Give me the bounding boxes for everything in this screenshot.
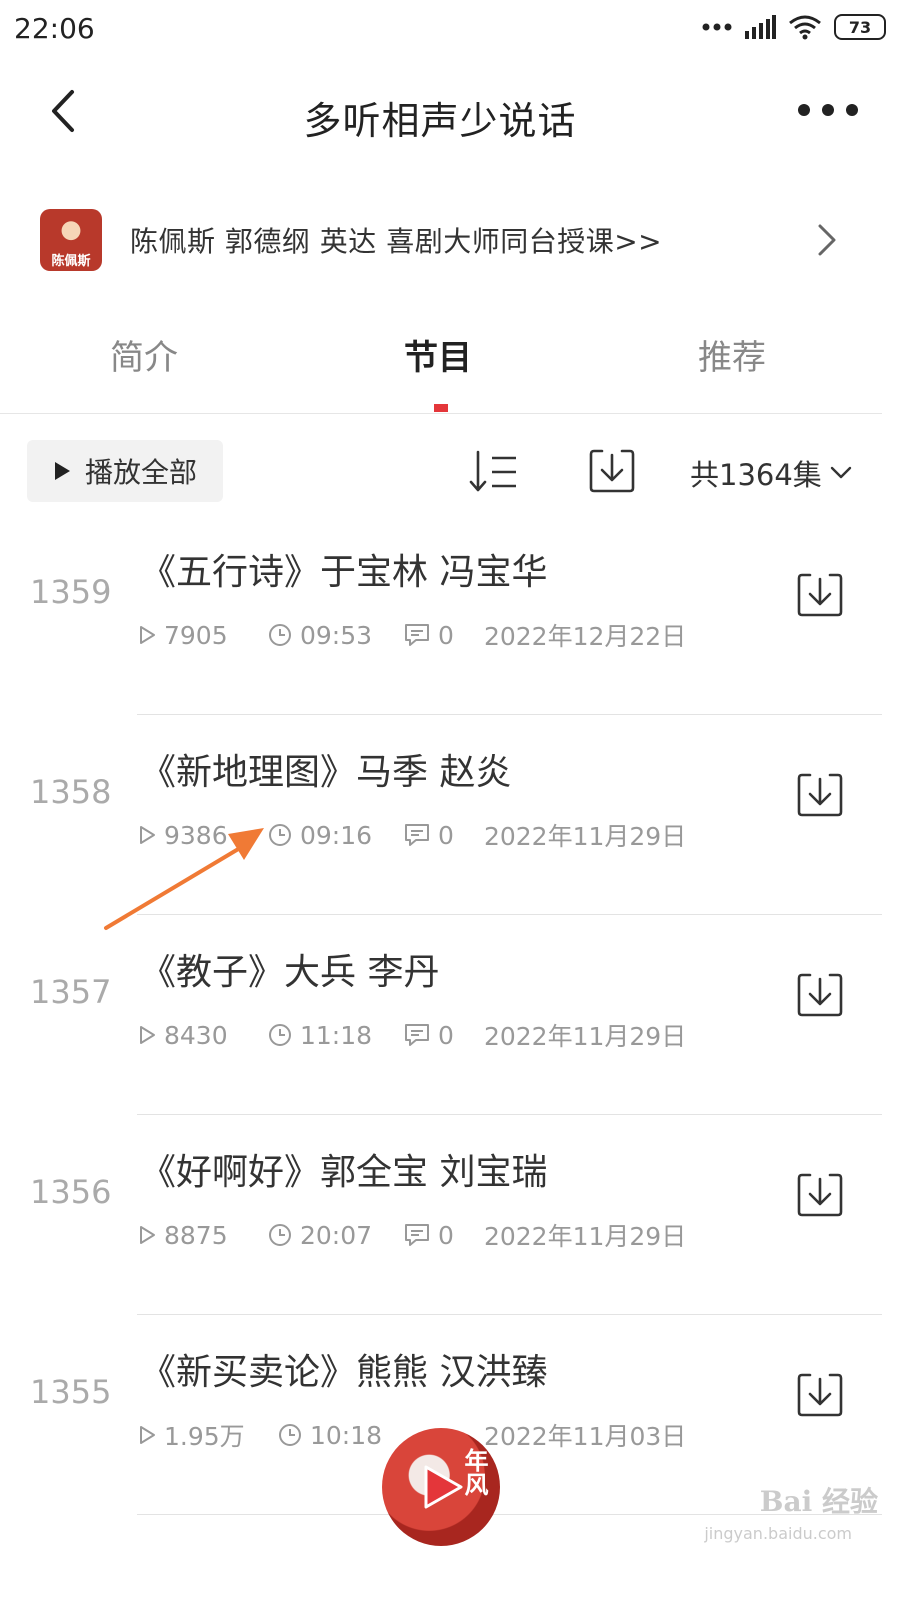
clock-icon xyxy=(269,1224,291,1246)
episode-meta: 8430 11:18 0 2022年11月29日 xyxy=(138,1017,686,1053)
comment-count: 0 xyxy=(404,821,454,850)
comment-count: 0 xyxy=(404,621,454,650)
chevron-right-icon xyxy=(818,224,836,256)
episode-meta: 8875 20:07 0 2022年11月29日 xyxy=(138,1217,686,1253)
play-button-icon[interactable] xyxy=(422,1464,464,1510)
cellular-signal-icon xyxy=(745,15,776,39)
download-icon[interactable] xyxy=(796,771,844,819)
status-icons: 73 xyxy=(702,14,886,40)
play-count: 1.95万 xyxy=(138,1417,278,1453)
duration: 11:18 xyxy=(268,1021,372,1050)
play-count: 8430 xyxy=(138,1021,268,1050)
chevron-down-icon xyxy=(830,466,852,479)
episode-row[interactable]: 1356 《好啊好》郭全宝 刘宝瑞 8875 20:07 0 2022年11月29日 xyxy=(0,1115,882,1315)
episode-meta: 7905 09:53 0 2022年12月22日 xyxy=(138,617,686,653)
clock-icon xyxy=(279,1424,301,1446)
comment-icon xyxy=(405,624,430,646)
active-tab-indicator xyxy=(434,404,448,412)
annotation-arrow xyxy=(104,828,264,930)
battery-icon: 73 xyxy=(834,14,886,40)
promo-thumbnail: 陈佩斯 xyxy=(40,209,102,271)
comment-count: 0 xyxy=(404,1021,454,1050)
episode-count-dropdown[interactable]: 共1364集 xyxy=(690,452,852,494)
wifi-icon xyxy=(789,15,821,40)
comment-icon xyxy=(405,1024,430,1046)
episode-row[interactable]: 1357 《教子》大兵 李丹 8430 11:18 0 2022年11月29日 xyxy=(0,915,882,1115)
signal-dots-icon xyxy=(702,23,732,31)
episode-row[interactable]: 1359 《五行诗》于宝林 冯宝华 7905 09:53 0 2022年12月22日 xyxy=(0,515,882,715)
watermark-logo: Bai 经验 xyxy=(759,1485,878,1518)
comment-count: 0 xyxy=(404,1221,454,1250)
duration: 09:53 xyxy=(268,621,372,650)
episode-number: 1355 xyxy=(30,1373,112,1411)
episode-number: 1358 xyxy=(30,773,112,811)
play-count: 7905 xyxy=(138,621,268,650)
publish-date: 2022年11月29日 xyxy=(483,1022,687,1051)
play-all-label: 播放全部 xyxy=(84,456,197,489)
download-all-icon[interactable] xyxy=(588,447,636,495)
download-icon[interactable] xyxy=(796,971,844,1019)
sort-icon[interactable] xyxy=(468,448,520,496)
episode-number: 1356 xyxy=(30,1173,112,1211)
episode-title[interactable]: 《五行诗》于宝林 冯宝华 xyxy=(140,543,547,595)
download-icon[interactable] xyxy=(796,571,844,619)
publish-date: 2022年12月22日 xyxy=(483,622,687,651)
episode-title[interactable]: 《好啊好》郭全宝 刘宝瑞 xyxy=(140,1143,547,1195)
publish-date: 2022年11月29日 xyxy=(483,822,687,851)
download-icon[interactable] xyxy=(796,1371,844,1419)
episode-title[interactable]: 《教子》大兵 李丹 xyxy=(140,943,439,995)
episode-title[interactable]: 《新买卖论》熊熊 汉洪臻 xyxy=(140,1343,547,1395)
play-count-icon xyxy=(140,1426,155,1444)
tab-recommend[interactable]: 推荐 xyxy=(698,330,766,379)
play-count-icon xyxy=(140,1226,155,1244)
status-time: 22:06 xyxy=(14,12,95,45)
tab-intro[interactable]: 简介 xyxy=(110,330,178,379)
play-all-button[interactable]: 播放全部 xyxy=(27,440,223,502)
clock-icon xyxy=(269,624,291,646)
comment-icon xyxy=(405,824,430,846)
more-options-icon[interactable] xyxy=(796,98,860,122)
promo-banner[interactable]: 陈佩斯 陈佩斯 郭德纲 英达 喜剧大师同台授课>> xyxy=(40,208,870,272)
play-count: 8875 xyxy=(138,1221,268,1250)
page-title: 多听相声少说话 xyxy=(303,99,577,143)
promo-text: 陈佩斯 郭德纲 英达 喜剧大师同台授课>> xyxy=(130,225,663,258)
play-count-icon xyxy=(140,1026,155,1044)
publish-date: 2022年11月03日 xyxy=(484,1422,687,1451)
episode-count: 共1364集 xyxy=(690,458,822,492)
clock-icon xyxy=(269,1024,291,1046)
download-icon[interactable] xyxy=(796,1171,844,1219)
play-icon xyxy=(54,462,70,480)
publish-date: 2022年11月29日 xyxy=(483,1222,687,1251)
episode-title[interactable]: 《新地理图》马季 赵炎 xyxy=(140,743,511,795)
duration: 09:16 xyxy=(268,821,372,850)
watermark-url: jingyan.baidu.com xyxy=(704,1524,852,1543)
mini-player[interactable]: 年风 xyxy=(382,1428,500,1546)
tab-divider xyxy=(0,413,882,414)
episode-number: 1357 xyxy=(30,973,112,1011)
duration: 20:07 xyxy=(268,1221,372,1250)
play-count-icon xyxy=(140,626,155,644)
comment-icon xyxy=(405,1224,430,1246)
tab-episodes[interactable]: 节目 xyxy=(404,330,472,379)
episode-number: 1359 xyxy=(30,573,112,611)
duration: 10:18 xyxy=(278,1421,382,1450)
